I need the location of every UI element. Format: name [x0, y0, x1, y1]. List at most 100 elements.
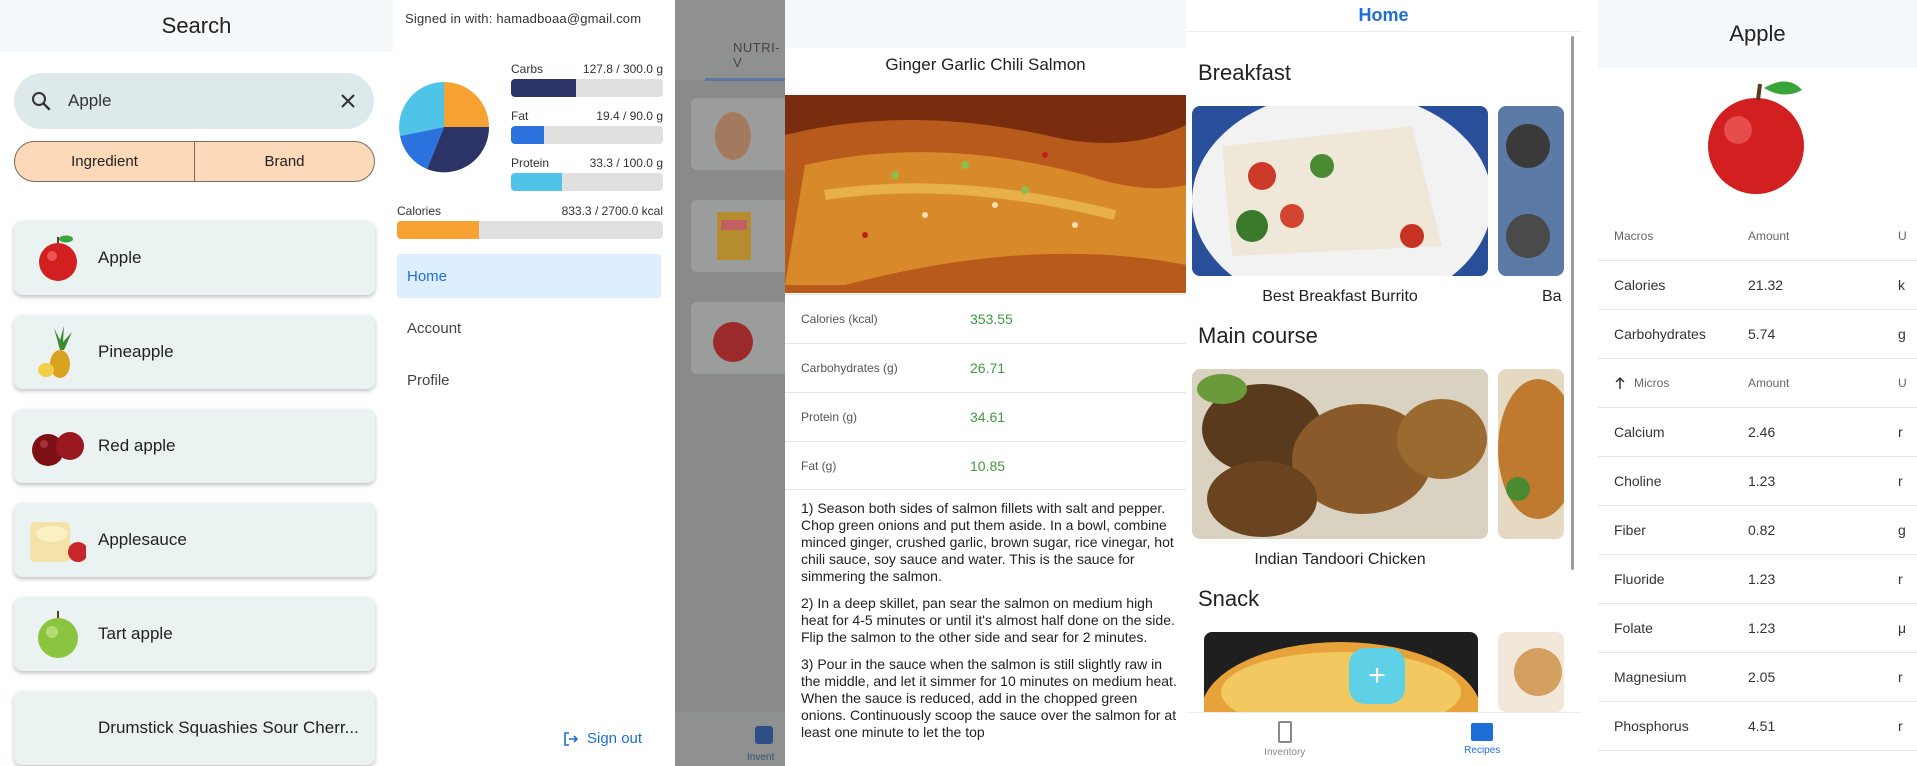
egg-icon [715, 112, 751, 160]
page-title: Search [0, 0, 393, 52]
carbs-label: Carbs [511, 62, 544, 76]
result-label: Pineapple [98, 342, 174, 361]
nutrient-value: 34.61 [970, 409, 1006, 425]
nutrient-name: Calories (kcal) [801, 312, 878, 326]
background-nav-label: Invent [747, 752, 775, 763]
segment-brand[interactable]: Brand [194, 142, 374, 181]
result-item[interactable]: Drumstick Squashies Sour Cherr... [14, 691, 375, 765]
macro-pie-chart [399, 82, 490, 173]
sign-out-label: Sign out [587, 730, 643, 747]
nutrition-row: Fat (g) 10.85 [785, 441, 1186, 490]
cell-unit: r [1898, 473, 1903, 489]
cell-amount: 2.05 [1748, 669, 1776, 685]
cell-name: Calcium [1614, 424, 1665, 440]
recipe-card-image[interactable] [1192, 106, 1488, 276]
bottom-navigation: Inventory Recipes [1186, 712, 1581, 766]
result-item[interactable]: Tart apple [14, 597, 375, 671]
book-icon [1471, 723, 1494, 741]
recipe-card-image-partial[interactable] [1498, 632, 1564, 712]
background-item [691, 200, 785, 272]
cell-unit: k [1898, 277, 1905, 293]
cell-amount: 0.82 [1748, 522, 1776, 538]
scrollbar[interactable] [1571, 36, 1574, 570]
protein-value: 33.3 / 100.0 g [589, 156, 663, 170]
calories-bar-fill [397, 221, 480, 239]
sign-out-button[interactable]: Sign out [563, 730, 642, 747]
segment-ingredient[interactable]: Ingredient [15, 142, 194, 181]
section-breakfast-title: Breakfast [1198, 60, 1291, 85]
partial-snack-image [1498, 632, 1564, 712]
nav-profile[interactable]: Profile [397, 358, 661, 402]
recipe-card-image-partial[interactable] [1498, 369, 1564, 539]
pie-slice-other [399, 82, 444, 136]
add-recipe-button[interactable]: + [1349, 648, 1405, 704]
red-apple-thumbnail [30, 418, 86, 474]
apple-icon [713, 322, 753, 362]
cell-amount: 5.74 [1748, 326, 1776, 342]
search-query[interactable]: Apple [68, 91, 338, 111]
macros-header-row: Macros Amount U [1598, 212, 1917, 261]
cell-amount: 2.46 [1748, 424, 1776, 440]
recipe-title: Ginger Garlic Chili Salmon [885, 55, 1086, 74]
burrito-image [1192, 106, 1488, 276]
applesauce-thumbnail [30, 512, 88, 568]
carbs-bar-fill [511, 79, 576, 97]
cell-unit: g [1898, 522, 1906, 538]
cell-name: Fluoride [1614, 571, 1665, 587]
background-item [691, 302, 785, 374]
fat-bar-fill [511, 126, 544, 144]
sort-arrow-up-icon[interactable] [1614, 376, 1626, 390]
clear-icon[interactable] [338, 91, 358, 111]
nav-home[interactable]: Home [397, 254, 661, 298]
micros-header-row[interactable]: Micros Amount U [1598, 359, 1917, 408]
recipe-card-image[interactable] [1192, 369, 1488, 539]
green-apple-thumbnail [30, 606, 86, 662]
search-input[interactable]: Apple [14, 73, 374, 129]
nav-account[interactable]: Account [397, 306, 661, 350]
cell-name: Phosphorus [1614, 718, 1689, 734]
carbs-value: 127.8 / 300.0 g [582, 62, 663, 76]
page-title: Home [1186, 0, 1581, 32]
cell-name: Carbohydrates [1614, 326, 1706, 342]
result-item[interactable]: Apple [14, 221, 375, 295]
recipes-home-screen: Home Breakfast Best Breakfast Burrito Ba… [1186, 0, 1606, 766]
cell-unit: r [1898, 571, 1903, 587]
fat-value: 19.4 / 90.0 g [596, 109, 663, 123]
nav-inventory[interactable]: Inventory [1186, 713, 1384, 766]
result-label: Tart apple [98, 624, 173, 643]
calories-progress: Calories 833.3 / 2700.0 kcal [397, 204, 663, 239]
nutrition-row: Carbohydrates (g) 26.71 [785, 343, 1186, 392]
table-row: Fiber 0.82 g [1598, 506, 1917, 555]
section-main-course-title: Main course [1198, 323, 1318, 348]
recipe-card-title: Best Breakfast Burrito [1262, 288, 1418, 305]
carbs-progress: Carbs 127.8 / 300.0 g [511, 62, 663, 97]
recipe-instructions: 1) Season both sides of salmon fillets w… [801, 500, 1179, 751]
cell-amount: 21.32 [1748, 277, 1784, 293]
table-row: Choline 1.23 r [1598, 457, 1917, 506]
search-screen: Search Apple Ingredient Brand Apple Pine [0, 0, 393, 766]
pie-slice-carbs [444, 82, 489, 127]
result-label: Red apple [98, 436, 176, 455]
apple-thumbnail [30, 230, 86, 286]
food-detail-screen: Apple Macros Amount U Calories 21.32 k C… [1598, 0, 1917, 766]
result-item[interactable]: Pineapple [14, 315, 375, 389]
cell-unit: g [1898, 326, 1906, 342]
nutrition-row: Calories (kcal) 353.55 [785, 294, 1186, 343]
fridge-icon [1277, 721, 1292, 743]
result-label: Apple [98, 248, 142, 267]
instruction-step: 2) In a deep skillet, pan sear the salmo… [801, 595, 1175, 645]
tandoori-chicken-image [1192, 369, 1488, 539]
result-item[interactable]: Applesauce [14, 503, 375, 577]
instruction-step: 1) Season both sides of salmon fillets w… [801, 500, 1174, 584]
nav-recipes[interactable]: Recipes [1384, 713, 1582, 766]
recipe-appbar [785, 0, 1186, 48]
nutrition-row: Protein (g) 34.61 [785, 392, 1186, 441]
background-tab: NUTRI-V [733, 40, 781, 70]
recipe-card-image[interactable] [1204, 632, 1478, 712]
dimmed-background-screen: NUTRI-V Invent [675, 0, 785, 766]
result-item[interactable]: Red apple [14, 409, 375, 483]
cell-name: Magnesium [1614, 669, 1687, 685]
screenshot-collage: Search Apple Ingredient Brand Apple Pine [0, 0, 1917, 766]
recipe-card-image-partial[interactable] [1498, 106, 1564, 276]
pineapple-thumbnail [30, 324, 86, 380]
